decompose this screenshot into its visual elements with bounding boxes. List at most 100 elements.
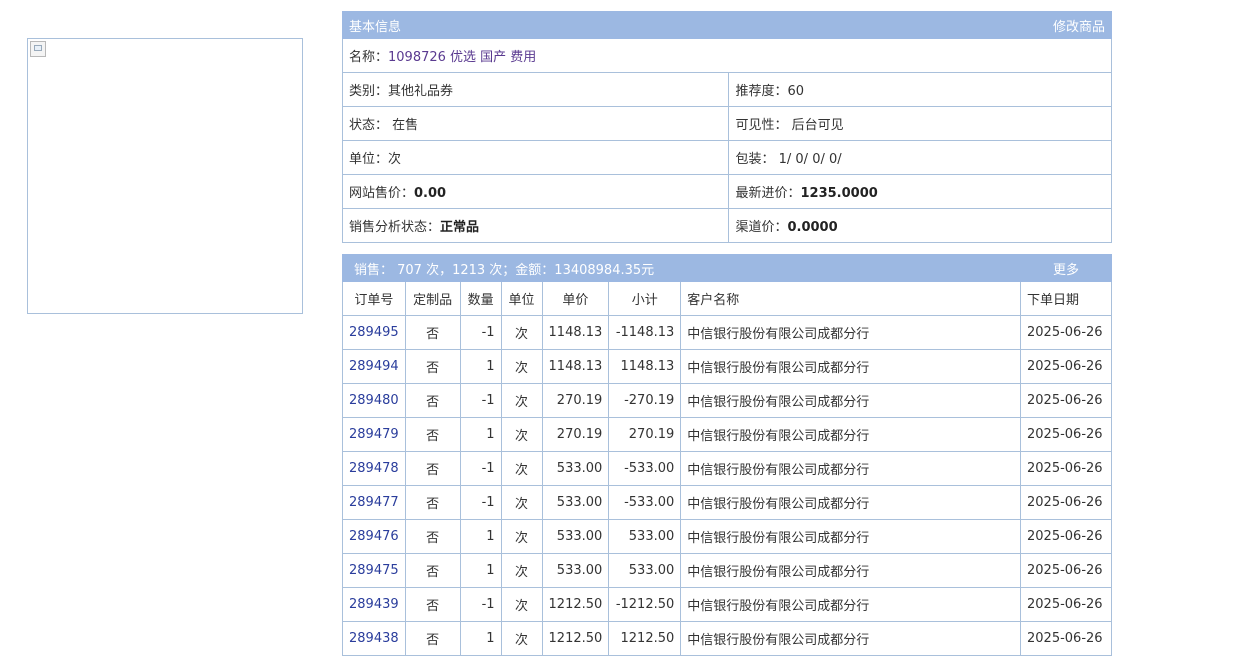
- order-id-link[interactable]: 289479: [349, 427, 399, 442]
- sales-table: 销售： 707 次，1213 次；金额：13408984.35元 更多 订单号定…: [341, 254, 1112, 656]
- quantity-cell: 1: [459, 519, 502, 554]
- order-id-link[interactable]: 289476: [349, 529, 399, 544]
- date-col-header: 下单日期: [1020, 281, 1112, 316]
- product-image-broken: [27, 38, 303, 314]
- order-date-cell: 2025-06-26: [1020, 451, 1112, 486]
- order-id-cell: 289495: [342, 315, 406, 350]
- unit-price-cell: 1148.13: [541, 315, 610, 350]
- order-id-cell: 289475: [342, 553, 406, 588]
- unit-cell: 次: [500, 315, 543, 350]
- table-row: 289478 否 -1 次 533.00 -533.00 中信银行股份有限公司成都分行 202…: [342, 451, 1112, 486]
- order-id-link[interactable]: 289480: [349, 393, 399, 408]
- unit-cell: 次: [500, 485, 543, 520]
- order-id-cell: 289476: [342, 519, 406, 554]
- broken-image-icon: [30, 41, 46, 57]
- subtotal-cell: 533.00: [608, 553, 682, 588]
- table-row: 289479 否 1 次 270.19 270.19 中信银行股份有限公司成都分行 2025-…: [342, 417, 1112, 452]
- unit-cell: 次: [500, 417, 543, 452]
- package-label: 包装：: [735, 152, 775, 167]
- unit-price-cell: 533.00: [541, 519, 610, 554]
- unit-label: 单位：: [349, 152, 389, 167]
- unit-price-cell: 270.19: [541, 417, 610, 452]
- custom-flag-cell: 否: [404, 553, 461, 588]
- customer-name-cell: 中信银行股份有限公司成都分行: [680, 553, 1022, 588]
- order-id-link[interactable]: 289495: [349, 325, 399, 340]
- custom-flag-cell: 否: [404, 315, 461, 350]
- unit-value: 次: [388, 152, 402, 167]
- customer-col-header: 客户名称: [680, 281, 1022, 316]
- category-label: 类别：: [349, 84, 389, 99]
- basic-info-header: 基本信息: [341, 11, 730, 39]
- quantity-cell: -1: [459, 587, 502, 622]
- unit-cell: 单位：次: [341, 140, 730, 175]
- customer-name-cell: 中信银行股份有限公司成都分行: [680, 349, 1022, 384]
- customer-name-cell: 中信银行股份有限公司成都分行: [680, 485, 1022, 520]
- more-link[interactable]: 更多: [1053, 263, 1079, 278]
- customer-name-cell: 中信银行股份有限公司成都分行: [680, 315, 1022, 350]
- unit-price-cell: 1212.50: [541, 621, 610, 656]
- order-id-link[interactable]: 289477: [349, 495, 399, 510]
- table-row: 289439 否 -1 次 1212.50 -1212.50 中信银行股份有限公司成都分行 2…: [342, 587, 1112, 622]
- order-date-cell: 2025-06-26: [1020, 383, 1112, 418]
- order-id-link[interactable]: 289478: [349, 461, 399, 476]
- table-row: 289495 否 -1 次 1148.13 -1148.13 中信银行股份有限公司成都分行 2…: [342, 315, 1112, 350]
- sales-status-cell: 销售分析状态：正常品: [341, 208, 730, 243]
- unit-price-cell: 270.19: [541, 383, 610, 418]
- order-id-cell: 289494: [342, 349, 406, 384]
- recommend-value: 60: [787, 84, 805, 99]
- package-value: 1/ 0/ 0/ 0/: [778, 152, 842, 167]
- order-date-cell: 2025-06-26: [1020, 587, 1112, 622]
- order-date-cell: 2025-06-26: [1020, 621, 1112, 656]
- channel-price-cell: 渠道价：0.0000: [728, 208, 1112, 243]
- order-id-cell: 289438: [342, 621, 406, 656]
- latest-cost-value: 1235.0000: [800, 186, 878, 201]
- status-label: 状态：: [349, 118, 389, 133]
- visibility-label: 可见性：: [735, 118, 788, 133]
- order-date-cell: 2025-06-26: [1020, 553, 1112, 588]
- recommend-cell: 推荐度：60: [728, 72, 1112, 107]
- table-row: 289477 否 -1 次 533.00 -533.00 中信银行股份有限公司成都分行 202…: [342, 485, 1112, 520]
- table-row: 289476 否 1 次 533.00 533.00 中信银行股份有限公司成都分行 2025-…: [342, 519, 1112, 554]
- subtotal-cell: -533.00: [608, 485, 682, 520]
- order-id-link[interactable]: 289438: [349, 631, 399, 646]
- site-price-cell: 网站售价：0.00: [341, 174, 730, 209]
- unit-cell: 次: [500, 451, 543, 486]
- unit-price-cell: 533.00: [541, 451, 610, 486]
- table-row: 289480 否 -1 次 270.19 -270.19 中信银行股份有限公司成都分行 202…: [342, 383, 1112, 418]
- channel-price-label: 渠道价：: [735, 220, 788, 235]
- unit-cell: 次: [500, 383, 543, 418]
- quantity-cell: 1: [459, 621, 502, 656]
- unit-cell: 次: [500, 519, 543, 554]
- order-id-link[interactable]: 289494: [349, 359, 399, 374]
- quantity-cell: -1: [459, 315, 502, 350]
- order-id-cell: 289477: [342, 485, 406, 520]
- subtotal-cell: 1212.50: [608, 621, 682, 656]
- order-id-link[interactable]: 289475: [349, 563, 399, 578]
- order-date-cell: 2025-06-26: [1020, 417, 1112, 452]
- subtotal-cell: -533.00: [608, 451, 682, 486]
- order-col-header: 订单号: [342, 281, 406, 316]
- latest-cost-cell: 最新进价：1235.0000: [728, 174, 1112, 209]
- quantity-cell: 1: [459, 553, 502, 588]
- visibility-value: 后台可见: [791, 118, 844, 133]
- table-row: 289475 否 1 次 533.00 533.00 中信银行股份有限公司成都分行 2025-…: [342, 553, 1112, 588]
- custom-flag-cell: 否: [404, 587, 461, 622]
- subtotal-cell: -1212.50: [608, 587, 682, 622]
- customer-name-cell: 中信银行股份有限公司成都分行: [680, 383, 1022, 418]
- name-value: 1098726 优选 国产 费用: [388, 50, 537, 65]
- latest-cost-label: 最新进价：: [735, 186, 801, 201]
- visibility-cell: 可见性： 后台可见: [728, 106, 1112, 141]
- customer-name-cell: 中信银行股份有限公司成都分行: [680, 451, 1022, 486]
- sales-status-label: 销售分析状态：: [349, 220, 441, 235]
- quantity-cell: 1: [459, 417, 502, 452]
- order-id-cell: 289439: [342, 587, 406, 622]
- edit-product-link[interactable]: 修改商品: [1053, 20, 1105, 35]
- customer-name-cell: 中信银行股份有限公司成都分行: [680, 621, 1022, 656]
- name-row: 名称：1098726 优选 国产 费用: [342, 38, 1112, 73]
- subtotal-cell: -1148.13: [608, 315, 682, 350]
- unit-price-cell: 533.00: [541, 553, 610, 588]
- subtotal-cell: -270.19: [608, 383, 682, 418]
- order-id-link[interactable]: 289439: [349, 597, 399, 612]
- name-label: 名称：: [349, 50, 389, 65]
- quantity-cell: -1: [459, 383, 502, 418]
